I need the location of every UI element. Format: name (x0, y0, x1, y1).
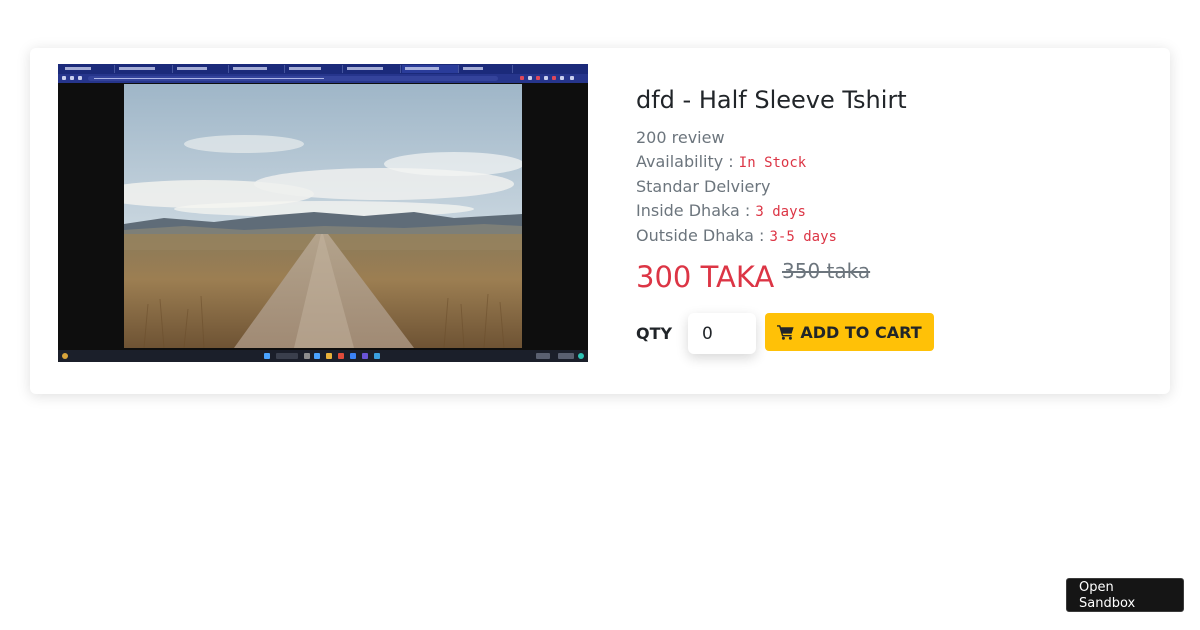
product-image (58, 64, 588, 362)
open-sandbox-button[interactable]: Open Sandbox (1066, 578, 1184, 612)
landscape-photo-icon (124, 84, 522, 348)
inside-dhaka-label: Inside Dhaka : (636, 201, 751, 220)
product-card: dfd - Half Sleeve Tshirt 200 review Avai… (30, 48, 1170, 394)
inside-dhaka-value: 3 days (755, 204, 806, 220)
availability-status: In Stock (738, 155, 807, 171)
inside-dhaka-row: Inside Dhaka : 3 days (636, 201, 806, 220)
add-to-cart-button[interactable]: ADD TO CART (765, 313, 934, 351)
outside-dhaka-value: 3-5 days (769, 229, 837, 245)
product-title: dfd - Half Sleeve Tshirt (636, 86, 907, 114)
landscape-photo (124, 84, 522, 348)
review-count: 200 review (636, 128, 725, 147)
delivery-heading: Standar Delviery (636, 177, 771, 196)
screenshot-browser-tabs (58, 64, 588, 74)
availability-label: Availability : (636, 152, 734, 171)
original-price: 350 taka (782, 259, 871, 283)
qty-label: QTY (636, 324, 673, 343)
availability-row: Availability : In Stock (636, 152, 806, 171)
current-price: 300 TAKA (636, 260, 775, 294)
screenshot-address-bar (58, 74, 588, 83)
quantity-input[interactable] (688, 313, 756, 354)
shopping-cart-icon (777, 325, 794, 340)
add-to-cart-label: ADD TO CART (800, 322, 922, 342)
outside-dhaka-label: Outside Dhaka : (636, 226, 765, 245)
outside-dhaka-row: Outside Dhaka : 3-5 days (636, 226, 837, 245)
screenshot-taskbar (58, 350, 588, 362)
